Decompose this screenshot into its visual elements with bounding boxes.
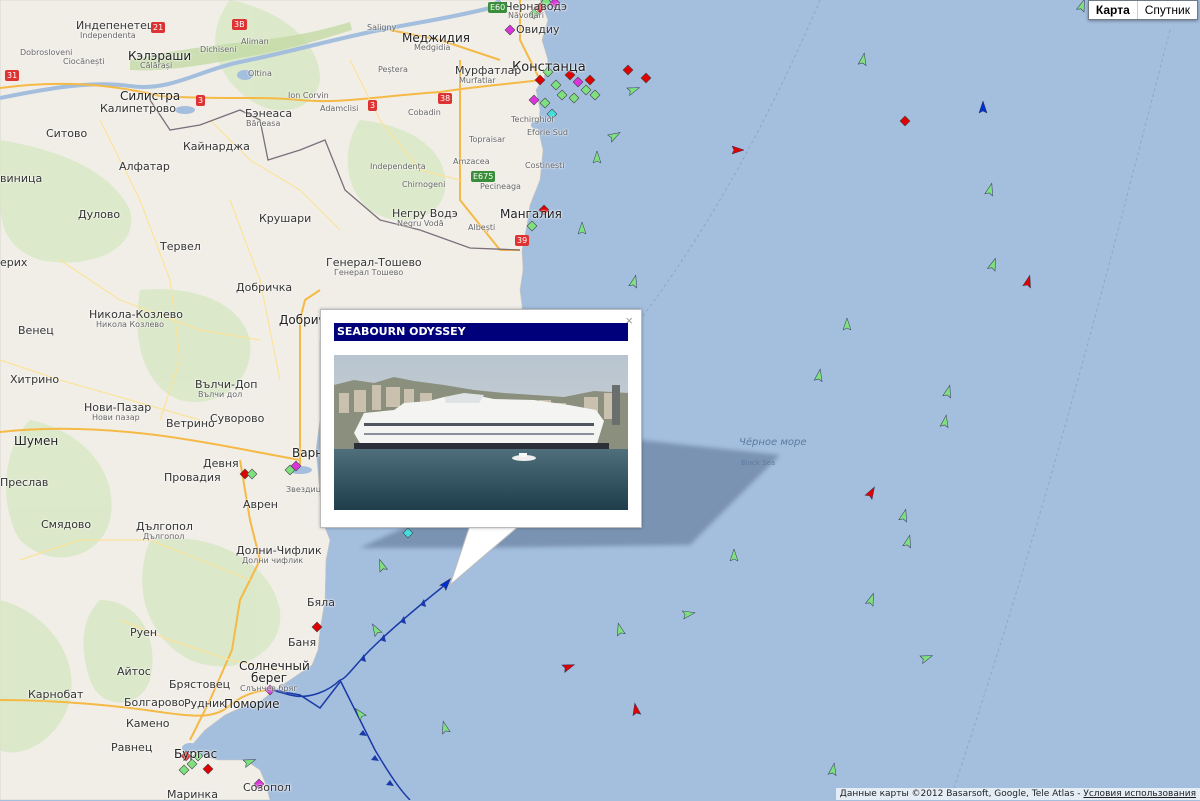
place-label: Преслав — [0, 476, 49, 489]
place-label: Năvodari — [508, 11, 545, 20]
city-label-pomorie: Поморие — [224, 697, 280, 711]
place-label: Добричка — [236, 281, 293, 294]
place-label: Murfatlar — [459, 76, 496, 85]
place-label: Долни чифлик — [242, 556, 304, 565]
sea-name-latin-label: Black Sea — [741, 459, 776, 467]
place-label: Болгарово — [124, 696, 185, 709]
place-label: Рудник — [184, 697, 226, 710]
map-type-control: Карта Спутник — [1087, 0, 1198, 20]
place-label: Крушари — [259, 212, 312, 225]
city-label-mangalia: Мангалия — [500, 207, 562, 221]
road-shield: 21 — [151, 22, 166, 33]
place-label: Айтос — [117, 665, 151, 678]
place-label: Amzacea — [453, 157, 490, 166]
place-label: Суворово — [210, 412, 265, 425]
vessel-info-popup[interactable]: × SEABOURN ODYSSEY — [320, 309, 642, 528]
place-label: Adamclisi — [320, 104, 359, 113]
road-shield: 31 — [5, 70, 20, 81]
place-label-sunny-beach-2: берег — [251, 671, 288, 685]
place-label: Девня — [203, 457, 239, 470]
map-type-map-button[interactable]: Карта — [1089, 1, 1138, 19]
place-label: Слънчев бряг — [240, 684, 298, 693]
place-label: Independenta — [80, 31, 136, 40]
road-shield: 3B — [232, 19, 247, 30]
place-label: Дулово — [78, 208, 121, 221]
city-label-constanta: Констанца — [512, 60, 586, 75]
place-label: Oltina — [248, 69, 272, 78]
place-label: Topraisar — [469, 135, 506, 144]
vessel-photo[interactable] — [334, 355, 628, 510]
place-label: Дългопол — [143, 532, 185, 541]
place-label: Cobadin — [408, 108, 441, 117]
place-label: Хитрино — [10, 373, 60, 386]
place-label: ерих — [0, 256, 28, 269]
place-label: Costinești — [525, 161, 565, 170]
place-label: Ветрино — [166, 417, 215, 430]
city-label-dobrich: Добрич — [279, 313, 326, 327]
place-label: Провадия — [164, 471, 221, 484]
place-label: Independența — [370, 162, 426, 171]
road-shield: E60 — [488, 2, 508, 13]
place-label: Созопол — [243, 781, 291, 794]
place-label: Ion Corvin — [288, 91, 329, 100]
place-label: Вълчи дол — [198, 390, 243, 399]
road-shield: 38 — [438, 93, 453, 104]
place-label: Баня — [288, 636, 317, 649]
road-shield: E675 — [471, 171, 496, 182]
place-label: Dobrosloveni — [20, 48, 73, 57]
place-label: Aliman — [241, 37, 269, 46]
place-label: Pecineaga — [480, 182, 521, 191]
place-label: Albești — [468, 223, 496, 232]
place-label: Равнец — [111, 741, 153, 754]
vessel-name-title: SEABOURN ODYSSEY — [334, 323, 628, 341]
place-label: Ciocănești — [63, 57, 105, 66]
place-label: Băneasa — [246, 119, 281, 128]
place-label: Бяла — [307, 596, 335, 609]
place-label: Нови пазар — [92, 413, 140, 422]
place-label: Карнобат — [28, 688, 84, 701]
place-label: Руен — [130, 626, 158, 639]
place-label: Negru Vodă — [397, 219, 444, 228]
place-label: Камено — [126, 717, 170, 730]
map-type-satellite-button[interactable]: Спутник — [1138, 1, 1197, 19]
place-label: Аврен — [243, 498, 278, 511]
place-label: Генерал Тошево — [334, 268, 404, 277]
city-label-burgas: Бургас — [174, 747, 218, 761]
place-label: Ситово — [46, 127, 88, 140]
place-label: Венец — [18, 324, 54, 337]
place-label: Călărași — [140, 61, 173, 70]
place-label: виница — [0, 172, 43, 185]
place-label: Тервел — [160, 240, 201, 253]
road-shield: 39 — [515, 235, 530, 246]
place-label: Chirnogeni — [402, 180, 446, 189]
place-label: Смядово — [41, 518, 92, 531]
place-label: Medgidia — [414, 43, 451, 52]
place-label: Брястовец — [169, 678, 231, 691]
place-label: Peștera — [378, 65, 408, 74]
place-label: Кайнарджа — [183, 140, 250, 153]
terms-link[interactable]: Условия использования — [1083, 789, 1196, 799]
place-label: Eforie Sud — [527, 128, 568, 137]
road-shield: 3 — [368, 100, 378, 111]
place-label: Никола Козлево — [96, 320, 164, 329]
sea-name-label: Чёрное море — [739, 437, 807, 448]
city-label-shumen: Шумен — [14, 434, 59, 448]
place-label: Saligny — [367, 23, 397, 32]
city-label-silistra: Силистра — [120, 89, 181, 103]
place-label: Калипетрово — [100, 102, 177, 115]
map-attribution: Данные карты ©2012 Basarsoft, Google, Te… — [835, 788, 1200, 800]
place-label: Techirghiol — [511, 115, 554, 124]
place-label: Dichiseni — [200, 45, 237, 54]
place-label: Овидиу — [516, 23, 560, 36]
attribution-text: Данные карты ©2012 Basarsoft, Google, Te… — [839, 789, 1081, 799]
place-label: Алфатар — [119, 160, 170, 173]
place-label: Маринка — [167, 788, 218, 801]
road-shield: 3 — [196, 95, 206, 106]
